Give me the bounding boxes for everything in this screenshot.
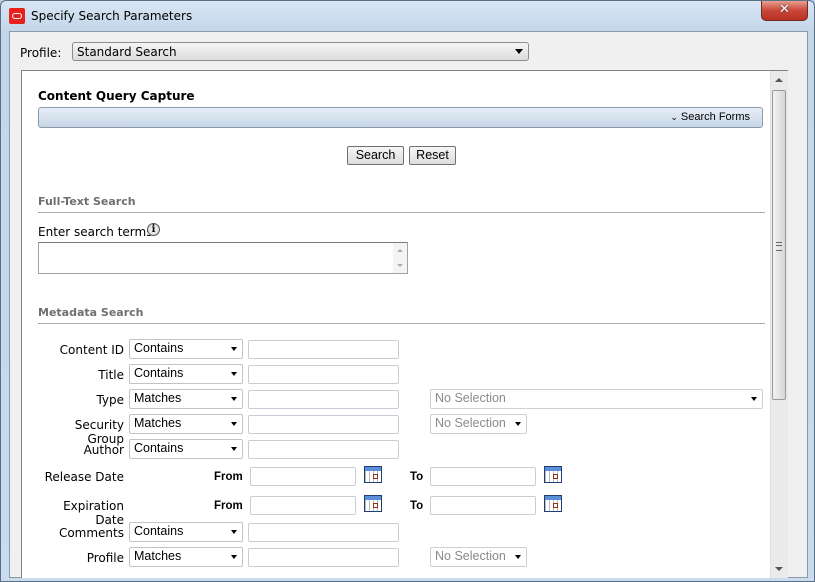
expiration-date-to-input[interactable] <box>430 496 536 515</box>
profile-field-label: Profile <box>86 551 124 565</box>
title-label: Title <box>98 368 124 382</box>
author-operator-select[interactable]: Contains <box>129 439 243 459</box>
dialog-window: Specify Search Parameters ✕ Profile: Sta… <box>0 0 815 582</box>
operator-value: Contains <box>134 341 184 355</box>
fulltext-section-title: Full-Text Search <box>38 195 136 208</box>
dropdown-arrow-icon <box>231 372 237 376</box>
window-title: Specify Search Parameters <box>31 9 193 23</box>
profile-label: Profile: <box>20 46 62 60</box>
panel-title: Content Query Capture <box>38 89 195 103</box>
chevron-down-icon: ⌄ <box>670 112 678 122</box>
type-operator-select[interactable]: Matches <box>129 389 243 409</box>
security-group-label: Security Group <box>74 418 124 446</box>
content-id-label: Content ID <box>59 343 124 357</box>
expiration-from-label: From <box>214 500 243 512</box>
scroll-down-arrow-icon[interactable] <box>397 264 403 267</box>
security-group-input[interactable] <box>248 415 399 434</box>
operator-value: Contains <box>134 366 184 380</box>
metadata-section-title: Metadata Search <box>38 306 144 319</box>
dropdown-arrow-icon <box>231 422 237 426</box>
release-date-label: Release Date <box>44 470 124 484</box>
expiration-date-from-input[interactable] <box>250 496 356 515</box>
operator-value: Contains <box>134 524 184 538</box>
option-value: No Selection <box>435 416 506 430</box>
search-forms-toggle[interactable]: ⌄ Search Forms <box>670 111 750 123</box>
scroll-down-arrow-icon[interactable] <box>775 567 783 571</box>
expiration-date-label: Expiration Date <box>63 499 124 527</box>
dropdown-arrow-icon <box>231 447 237 451</box>
calendar-icon[interactable] <box>544 466 562 483</box>
calendar-icon[interactable] <box>544 495 562 512</box>
release-to-label: To <box>410 471 424 483</box>
release-from-label: From <box>214 471 243 483</box>
calendar-icon[interactable] <box>364 466 382 483</box>
dropdown-arrow-icon <box>515 422 521 426</box>
dialog-body: Profile: Standard Search Content Query C… <box>9 31 808 578</box>
operator-value: Matches <box>134 549 182 563</box>
dropdown-arrow-icon <box>751 397 757 401</box>
author-input[interactable] <box>248 440 399 459</box>
search-forms-label: Search Forms <box>680 111 750 123</box>
calendar-icon[interactable] <box>364 495 382 512</box>
security-group-option-select[interactable]: No Selection <box>430 414 527 434</box>
scroll-up-arrow-icon[interactable] <box>775 78 783 82</box>
grip-icon <box>776 242 782 251</box>
profile-option-select[interactable]: No Selection <box>430 547 527 567</box>
profile-select-value: Standard Search <box>77 45 177 59</box>
search-button[interactable]: Search <box>347 146 404 165</box>
option-value: No Selection <box>435 391 506 405</box>
search-terms-label: Enter search terms <box>38 225 153 239</box>
search-forms-bar[interactable]: ⌄ Search Forms <box>38 107 763 128</box>
search-terms-textarea[interactable] <box>38 242 408 274</box>
release-date-from-input[interactable] <box>250 467 356 486</box>
info-icon[interactable]: i <box>147 223 160 236</box>
operator-value: Matches <box>134 391 182 405</box>
type-option-select[interactable]: No Selection <box>430 389 763 409</box>
close-button[interactable]: ✕ <box>761 1 808 21</box>
title-operator-select[interactable]: Contains <box>129 364 243 384</box>
expiration-to-label: To <box>410 500 424 512</box>
comments-operator-select[interactable]: Contains <box>129 522 243 542</box>
comments-input[interactable] <box>248 523 399 542</box>
author-label: Author <box>83 443 124 457</box>
type-input[interactable] <box>248 390 399 409</box>
section-divider <box>38 323 765 324</box>
vertical-scrollbar[interactable] <box>770 71 788 578</box>
textarea-scrollbar[interactable] <box>393 243 407 273</box>
operator-value: Matches <box>134 416 182 430</box>
security-group-operator-select[interactable]: Matches <box>129 414 243 434</box>
section-divider <box>38 212 765 213</box>
dropdown-arrow-icon <box>231 530 237 534</box>
dropdown-arrow-icon <box>515 555 521 559</box>
search-panel: Content Query Capture ⌄ Search Forms Sear… <box>21 70 788 578</box>
comments-label: Comments <box>58 526 124 540</box>
dropdown-arrow-icon <box>515 49 523 54</box>
dropdown-arrow-icon <box>231 555 237 559</box>
operator-value: Contains <box>134 441 184 455</box>
oracle-app-icon <box>9 8 25 24</box>
reset-button[interactable]: Reset <box>409 146 456 165</box>
profile-field-input[interactable] <box>248 548 399 567</box>
option-value: No Selection <box>435 549 506 563</box>
title-input[interactable] <box>248 365 399 384</box>
dropdown-arrow-icon <box>231 397 237 401</box>
content-id-operator-select[interactable]: Contains <box>129 339 243 359</box>
profile-select[interactable]: Standard Search <box>72 42 529 61</box>
profile-operator-select[interactable]: Matches <box>129 547 243 567</box>
release-date-to-input[interactable] <box>430 467 536 486</box>
title-bar: Specify Search Parameters ✕ <box>1 1 814 31</box>
content-id-input[interactable] <box>248 340 399 359</box>
dropdown-arrow-icon <box>231 347 237 351</box>
scroll-up-arrow-icon[interactable] <box>397 249 403 252</box>
type-label: Type <box>96 393 124 407</box>
scroll-thumb[interactable] <box>772 90 786 400</box>
